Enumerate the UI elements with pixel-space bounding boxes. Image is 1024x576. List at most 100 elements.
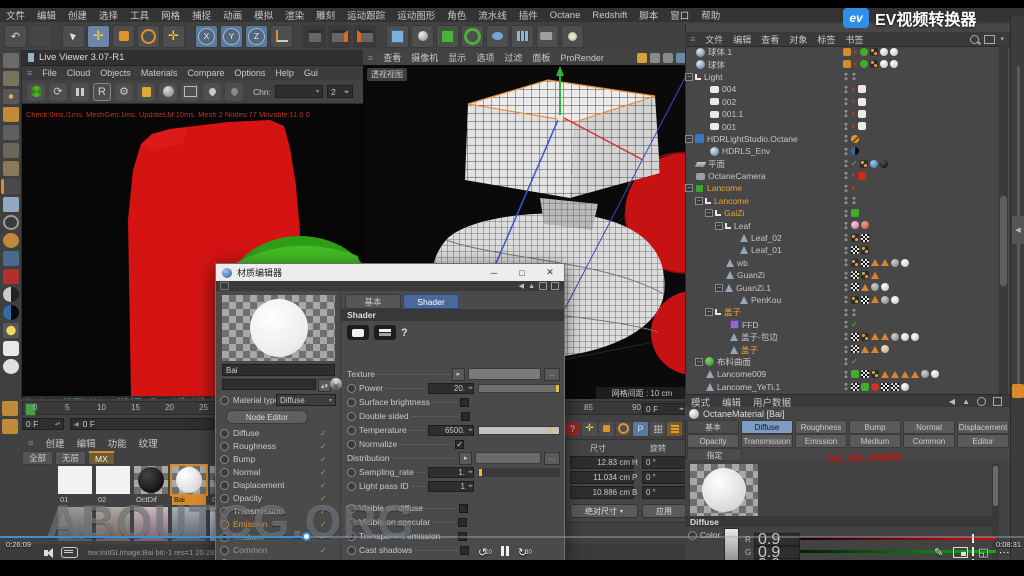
- mb-menu-create[interactable]: 创建: [40, 436, 71, 450]
- viewport-solo-icon[interactable]: [3, 197, 19, 212]
- lv-menu-options[interactable]: Options: [229, 68, 270, 78]
- help-icon[interactable]: ?: [401, 327, 408, 339]
- menu-mesh[interactable]: 网格: [155, 8, 186, 22]
- material-thumb[interactable]: [96, 466, 130, 494]
- vp-menu-camera[interactable]: 摄像机: [406, 51, 443, 64]
- panel-menu-icon[interactable]: ≡: [363, 53, 378, 63]
- expand-icon[interactable]: −: [695, 197, 703, 205]
- area-icon[interactable]: [3, 341, 19, 356]
- render-view-icon[interactable]: [303, 25, 326, 48]
- redo-icon[interactable]: [29, 25, 52, 48]
- more-icon[interactable]: ⋯: [999, 546, 1010, 559]
- object-row[interactable]: Leaf_02: [685, 232, 998, 244]
- expand-icon[interactable]: −: [695, 358, 703, 366]
- nav-back-icon[interactable]: ◀: [519, 282, 524, 290]
- menu-window[interactable]: 窗口: [664, 8, 695, 22]
- distribution-field[interactable]: [475, 452, 541, 464]
- menu-animate[interactable]: 动画: [217, 8, 248, 22]
- object-row[interactable]: −盖子: [685, 306, 998, 318]
- camera-icon[interactable]: [536, 25, 559, 48]
- menu-motion-tracker[interactable]: 运动跟踪: [341, 8, 391, 22]
- visible-on-diffuse-checkbox[interactable]: [459, 504, 468, 513]
- env-sphere-icon[interactable]: [3, 305, 19, 320]
- disc-icon[interactable]: [3, 359, 19, 374]
- object-row[interactable]: 004×: [685, 83, 998, 95]
- rewind-10-icon[interactable]: ↺10: [478, 546, 492, 559]
- double-sided-checkbox[interactable]: [461, 412, 470, 421]
- menu-render[interactable]: 渲染: [279, 8, 310, 22]
- vp-menu-view[interactable]: 查看: [378, 51, 406, 64]
- pause-render-icon[interactable]: [71, 83, 89, 101]
- menu-plugins[interactable]: 插件: [513, 8, 544, 22]
- material-thumb-selected[interactable]: [172, 466, 206, 494]
- tab-opacity[interactable]: Opacity: [687, 434, 739, 448]
- coordinate-system-icon[interactable]: [270, 25, 293, 48]
- texture-browse-button[interactable]: ...: [544, 368, 560, 381]
- temperature-slider[interactable]: [478, 426, 560, 435]
- object-row[interactable]: HDRLS_Env: [685, 145, 998, 157]
- tab-common[interactable]: Common: [903, 434, 955, 448]
- expand-icon[interactable]: −: [685, 135, 693, 143]
- close-button[interactable]: ✕: [536, 264, 564, 281]
- polygon-mode-icon[interactable]: [3, 143, 19, 158]
- frame-range-field[interactable]: ◀0 F: [70, 418, 214, 430]
- scale-tool-icon[interactable]: [112, 25, 135, 48]
- backdrop-icon[interactable]: [181, 83, 199, 101]
- panel-collapse-icon[interactable]: ◀: [1012, 216, 1024, 244]
- last-tool-icon[interactable]: ✛: [162, 25, 185, 48]
- expand-icon[interactable]: −: [715, 222, 723, 230]
- object-row[interactable]: 盖子-包边: [685, 331, 998, 343]
- object-row[interactable]: −Lancome: [685, 195, 998, 207]
- volume-icon[interactable]: [44, 548, 53, 558]
- keying-settings-icon[interactable]: [667, 422, 682, 436]
- material-name-field[interactable]: Bai: [222, 364, 335, 376]
- object-row[interactable]: Lancome009: [685, 368, 998, 380]
- gouraud-icon[interactable]: [3, 107, 19, 122]
- pin-icon[interactable]: [539, 282, 547, 290]
- tab-shader-active[interactable]: Shader: [403, 294, 459, 309]
- history-up-icon[interactable]: ▲: [962, 397, 970, 406]
- channel-check[interactable]: ✓: [320, 481, 327, 490]
- object-row[interactable]: 002×: [685, 96, 998, 108]
- undo-icon[interactable]: ↶: [4, 25, 27, 48]
- menu-edit[interactable]: 编辑: [31, 8, 62, 22]
- tab-transmission[interactable]: Transmission: [741, 434, 793, 448]
- visible-on-specular-checkbox[interactable]: [458, 518, 467, 527]
- texture-split-icon[interactable]: [374, 325, 396, 340]
- record-parameter-icon[interactable]: P: [633, 422, 648, 436]
- om-menu-view[interactable]: 查看: [756, 33, 784, 46]
- lock-y-axis-icon[interactable]: Y: [220, 25, 243, 48]
- apply-button[interactable]: 应用: [642, 504, 686, 518]
- folder2-icon[interactable]: [2, 419, 18, 434]
- om-menu-bookmarks[interactable]: 书签: [840, 33, 868, 46]
- forward-30-icon[interactable]: ↻30: [518, 546, 532, 559]
- channel-dropdown[interactable]: ▾: [275, 85, 323, 98]
- object-row[interactable]: Lancome_YeTi.1: [685, 381, 998, 393]
- record-pla-icon[interactable]: [650, 422, 665, 436]
- layout-icon[interactable]: [551, 282, 559, 290]
- menu-script[interactable]: 脚本: [633, 8, 664, 22]
- sculpt-icon[interactable]: [3, 53, 19, 68]
- tree-scrollbar[interactable]: [999, 46, 1008, 394]
- channel-check[interactable]: ✓: [320, 468, 327, 477]
- material-thumb[interactable]: [134, 466, 168, 494]
- menu-tools[interactable]: 工具: [124, 8, 155, 22]
- lock-icon[interactable]: [993, 397, 1002, 406]
- light-icon[interactable]: [561, 25, 584, 48]
- add-cube-icon[interactable]: [386, 25, 409, 48]
- size-mode-dropdown[interactable]: 绝对尺寸▾: [570, 504, 638, 518]
- preview-scene-field[interactable]: [222, 379, 316, 390]
- distribution-browse-button[interactable]: ...: [544, 452, 560, 465]
- menu-select[interactable]: 选择: [93, 8, 124, 22]
- menu-snap[interactable]: 捕捉: [186, 8, 217, 22]
- region-render-icon[interactable]: R: [93, 83, 111, 101]
- mb-menu-edit[interactable]: 编辑: [71, 436, 102, 450]
- lv-menu-objects[interactable]: Objects: [95, 68, 136, 78]
- menu-sculpt[interactable]: 雕刻: [310, 8, 341, 22]
- tab-basic[interactable]: 基本: [687, 420, 739, 434]
- edit-pencil-icon[interactable]: ✎: [934, 546, 943, 559]
- tab-diffuse[interactable]: Diffuse: [741, 420, 793, 434]
- power-slider[interactable]: [478, 384, 560, 393]
- layout-tab-icon[interactable]: [1012, 384, 1024, 398]
- tab-mx[interactable]: MX: [88, 451, 115, 465]
